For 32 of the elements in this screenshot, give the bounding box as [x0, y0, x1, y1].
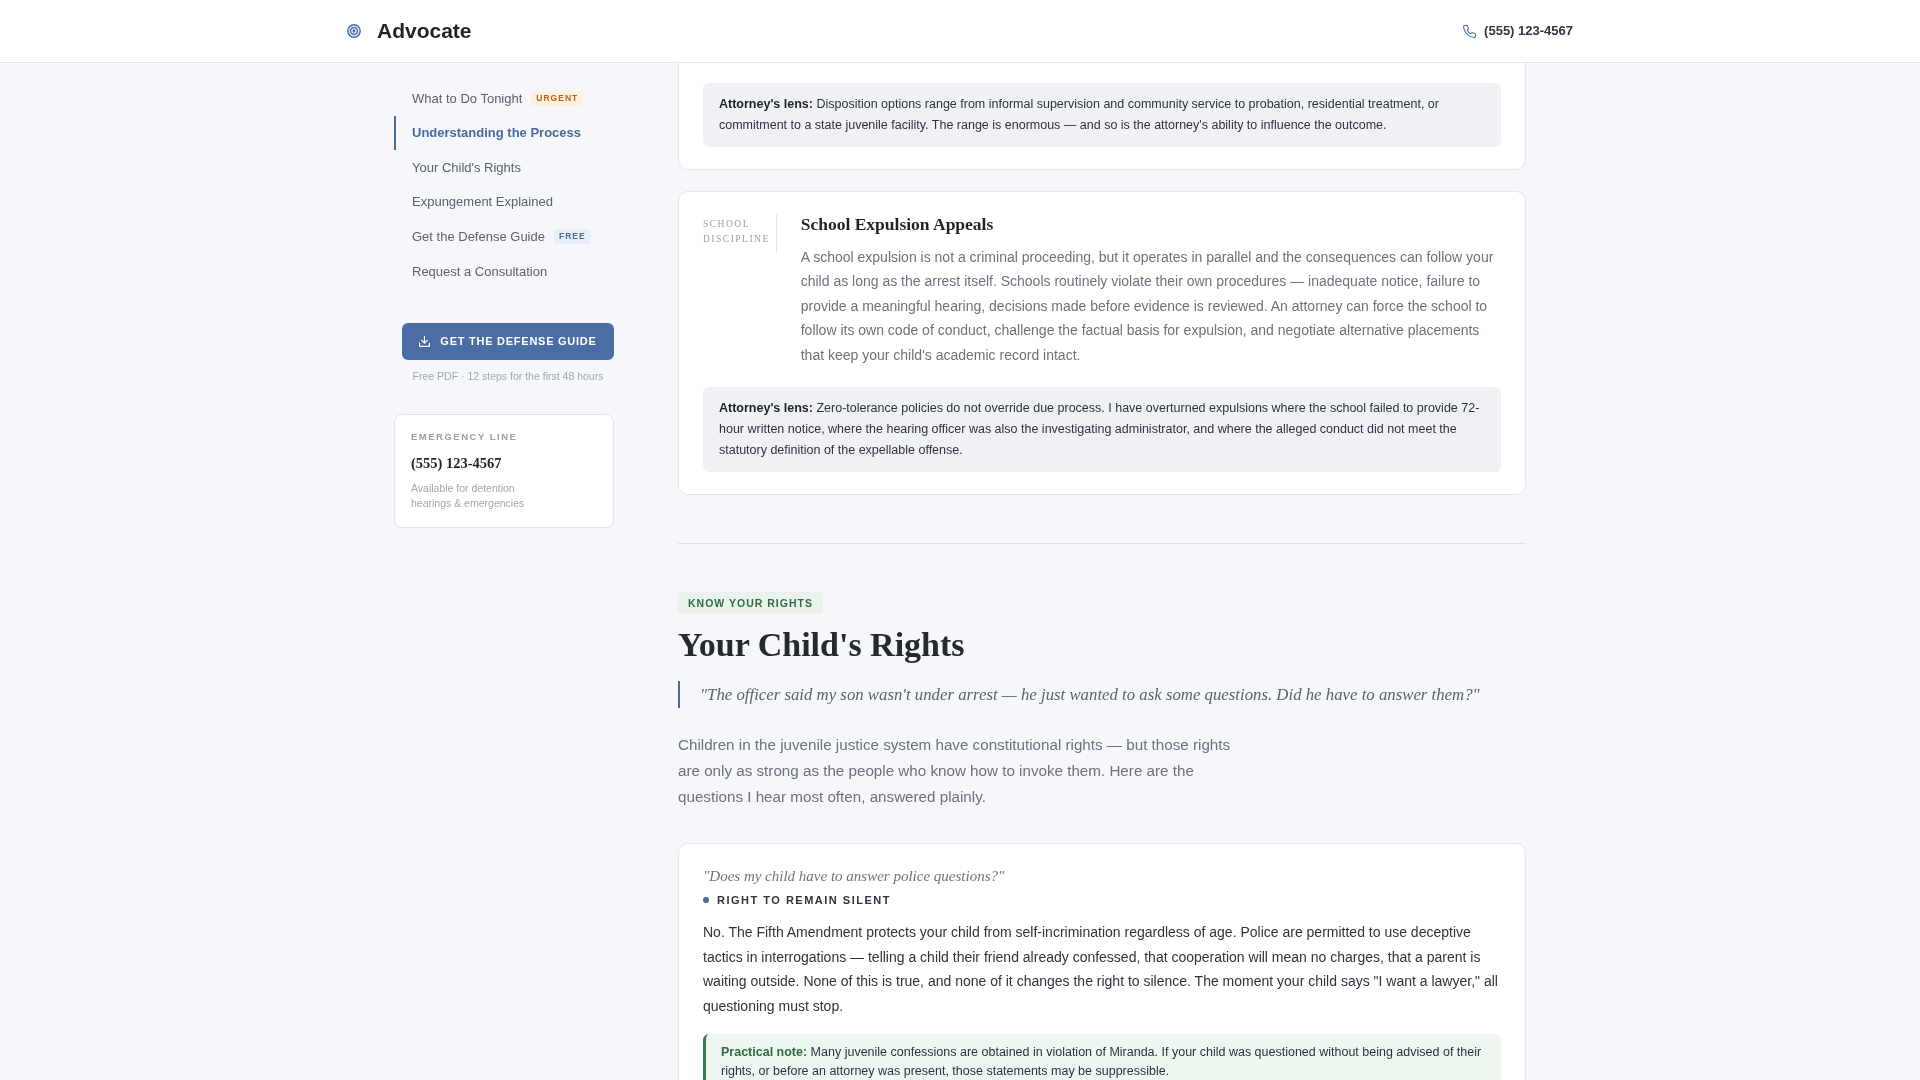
section-title: Your Child's Rights — [678, 625, 966, 666]
emergency-note: Available for detention hearings & emergencies — [411, 480, 526, 511]
right-label: RIGHT TO REMAIN SILENT — [717, 893, 891, 908]
section-tag: KNOW YOUR RIGHTS — [678, 592, 823, 615]
emergency-label: EMERGENCY LINE — [411, 431, 519, 444]
dot-icon — [703, 897, 709, 904]
category-label: SCHOOL DISCIPLINE — [703, 214, 777, 253]
nav-badge: URGENT — [531, 91, 584, 106]
sidebar-nav-link[interactable]: Request a Consultation — [394, 253, 614, 289]
sidebar-nav-link[interactable]: Your Child's Rights — [394, 150, 614, 185]
card-text: A school expulsion is not a criminal proceeding, but it operates in parallel and the consequences can follow your child as long as the arrest itself. Schools routinely violate their own procedures — inadequate notice, failure to provide a meaningful hearing, decisions made before evidence is reviewed. An attorney can force the school to follow its own code of conduct, challenge the factual basis for expulsion, and negotiate alternative placements that keep your child's academic record intact. — [800, 247, 1495, 365]
section-intro: Children in the juvenile justice system have constitutional rights — but those rights are only as strong as the people who know how to invoke them. Here are the questions I hear most often, answered plainly. — [678, 735, 1232, 808]
phone-icon — [1463, 24, 1477, 38]
phone-link[interactable]: (555) 123-4567 — [1463, 21, 1573, 41]
answer-text: No. The Fifth Amendment protects your child from self-incrimination regardless of age. Police are permitted to use deceptive tactics in interrogations — telling a child their friend already confessed, that cooperation will mean no charges, that a parent is waiting outside. None of this is true, and none of it changes the right to silence. The moment your child says "I want a lawyer," all questioning must stop. — [703, 923, 1499, 1016]
sidebar-nav-link[interactable]: Get the Defense Guide FREE — [394, 219, 614, 254]
download-guide-button[interactable]: GET THE DEFENSE GUIDE — [402, 322, 614, 360]
lens-callout: Attorney's lens: Disposition options range from informal supervision and community service to probation, residential treatment, or commitment to a state juvenile facility. The range is enormous — and so is the attorney's ability to influence the outcome. — [703, 83, 1501, 147]
nav-badge: FREE — [554, 229, 591, 244]
lens-callout: Attorney's lens: Zero-tolerance policies do not override due process. I have overturned expulsions where the school failed to provide 72-hour written notice, where the hearing officer was also the investigating administrator, and where the alleged conduct did not meet the statutory definition of the expellable offense. — [703, 387, 1501, 473]
card-title: School Expulsion Appeals — [800, 214, 995, 236]
sidebar-nav-link[interactable]: Understanding the Process — [394, 115, 614, 151]
pull-quote: "The officer said my son wasn't under arrest — he just wanted to ask some questions. Did he have to answer them?" — [678, 681, 1526, 709]
sidebar-nav-link[interactable]: Expungement Explained — [394, 184, 614, 220]
logo-icon — [347, 24, 361, 38]
guide-note: Free PDF · 12 steps for the first 48 hours — [411, 368, 605, 384]
question-text: "Does my child have to answer police questions?" — [703, 867, 1006, 887]
download-icon — [419, 335, 431, 347]
brand-name: Advocate — [377, 18, 472, 45]
sidebar-nav-link[interactable]: What to Do Tonight URGENT — [394, 81, 614, 116]
emergency-phone: (555) 123-4567 — [411, 453, 503, 473]
practical-note: Practical note: Many juvenile confessions are obtained in violation of Miranda. If your child was questioned without being advised of their rights, or before an attorney was present, those statements may be suppressible. — [703, 1034, 1501, 1080]
